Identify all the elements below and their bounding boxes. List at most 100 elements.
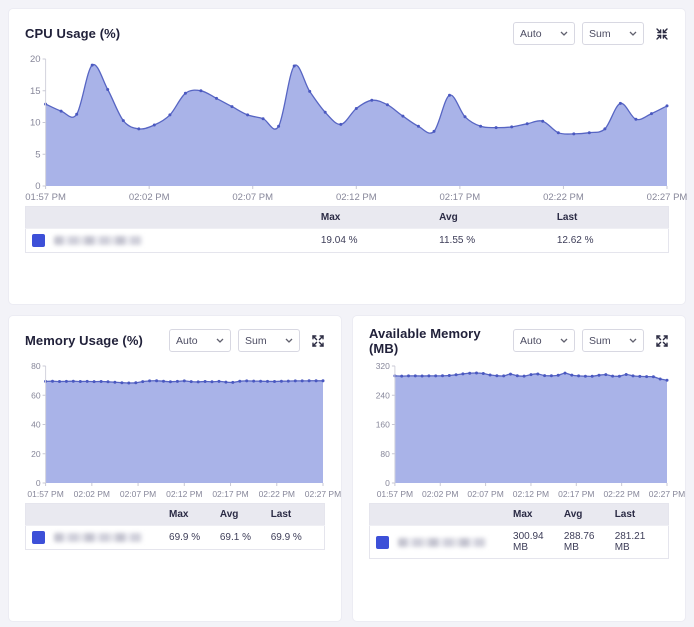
legend-max-header: Max [507,504,558,526]
available-memory-chart[interactable]: 08016024032001:57 PM02:02 PM02:07 PM02:1… [369,360,671,500]
memory-time-range-select[interactable]: Auto [169,329,231,352]
series-last-value: 281.21 MB [609,526,669,559]
chevron-down-icon [216,338,224,343]
svg-text:0: 0 [385,478,390,488]
svg-text:80: 80 [31,361,41,371]
available-memory-time-range-select[interactable]: Auto [513,329,575,352]
svg-text:240: 240 [376,390,390,400]
memory-chart-title: Memory Usage (%) [25,333,143,348]
memory-card-header: Memory Usage (%) Auto Sum [25,329,325,352]
available-memory-aggregation-value: Sum [589,335,611,347]
cpu-aggregation-value: Sum [589,28,611,40]
legend-avg-header: Avg [558,504,609,526]
svg-text:60: 60 [31,390,41,400]
expand-icon [311,334,325,348]
series-swatch [32,234,45,247]
available-memory-aggregation-select[interactable]: Sum [582,329,644,352]
legend-last-header: Last [551,207,669,229]
cpu-collapse-button[interactable] [655,27,669,41]
series-max-value: 69.9 % [163,526,214,550]
svg-text:02:27 PM: 02:27 PM [649,489,685,499]
svg-text:02:02 PM: 02:02 PM [129,192,170,203]
series-avg-value: 288.76 MB [558,526,609,559]
svg-text:02:12 PM: 02:12 PM [166,489,202,499]
svg-text:02:02 PM: 02:02 PM [422,489,458,499]
series-avg-value: 69.1 % [214,526,265,550]
series-avg-value: 11.55 % [433,229,551,253]
series-swatch [376,536,389,549]
legend-avg-header: Avg [433,207,551,229]
svg-text:15: 15 [30,86,41,97]
available-memory-expand-button[interactable] [655,334,669,348]
available-memory-time-range-value: Auto [520,335,542,347]
svg-text:02:07 PM: 02:07 PM [467,489,503,499]
memory-legend-table: Max Avg Last 69.9 % 69.1 % 69.9 % [25,503,325,550]
cpu-time-range-value: Auto [520,28,542,40]
available-memory-legend-table: Max Avg Last 300.94 MB 288.76 MB 281.21 … [369,503,669,559]
legend-last-header: Last [609,504,669,526]
memory-aggregation-select[interactable]: Sum [238,329,300,352]
legend-name-header [26,504,164,526]
cpu-time-range-select[interactable]: Auto [513,22,575,45]
series-max-value: 300.94 MB [507,526,558,559]
memory-chart-controls: Auto Sum [162,329,325,352]
svg-text:40: 40 [31,420,41,430]
svg-text:02:07 PM: 02:07 PM [232,192,273,203]
chevron-down-icon [629,338,637,343]
legend-avg-header: Avg [214,504,265,526]
svg-text:02:12 PM: 02:12 PM [513,489,549,499]
svg-text:20: 20 [30,54,41,65]
cpu-aggregation-select[interactable]: Sum [582,22,644,45]
monitoring-dashboard: CPU Usage (%) Auto Sum 0510152001:57 PM0… [0,0,694,627]
memory-usage-card: Memory Usage (%) Auto Sum 02040608001:57 [8,315,342,622]
svg-text:02:22 PM: 02:22 PM [259,489,295,499]
memory-expand-button[interactable] [311,334,325,348]
svg-text:01:57 PM: 01:57 PM [25,192,66,203]
legend-series-row[interactable]: 19.04 % 11.55 % 12.62 % [26,229,669,253]
cpu-usage-card: CPU Usage (%) Auto Sum 0 5 10 15 20 01:57 PM 0… [8,8,686,305]
svg-text:10: 10 [30,118,41,129]
legend-header-row: Max Avg Last [26,504,325,526]
series-name-redacted [54,236,142,245]
legend-max-header: Max [163,504,214,526]
svg-text:0: 0 [36,478,41,488]
svg-text:0: 0 [35,181,40,192]
cpu-usage-chart[interactable]: 0510152001:57 PM02:02 PM02:07 PM02:12 PM… [25,53,671,203]
svg-text:02:22 PM: 02:22 PM [603,489,639,499]
svg-text:02:27 PM: 02:27 PM [305,489,341,499]
cpu-legend-table: Max Avg Last 19.04 % 11.55 % 12.62 % [25,206,669,253]
series-name-redacted [398,538,486,547]
svg-text:320: 320 [376,361,390,371]
svg-text:02:22 PM: 02:22 PM [543,192,584,203]
available-memory-card-header: Available Memory (MB) Auto Sum [369,329,669,352]
svg-text:01:57 PM: 01:57 PM [27,489,63,499]
svg-text:02:17 PM: 02:17 PM [212,489,248,499]
chevron-down-icon [560,338,568,343]
svg-text:02:27 PM: 02:27 PM [647,192,688,203]
svg-text:02:07 PM: 02:07 PM [120,489,156,499]
collapse-icon [655,27,669,41]
svg-text:5: 5 [35,149,40,160]
series-last-value: 69.9 % [265,526,325,550]
svg-text:80: 80 [380,449,390,459]
legend-series-row[interactable]: 69.9 % 69.1 % 69.9 % [26,526,325,550]
svg-text:02:02 PM: 02:02 PM [74,489,110,499]
memory-usage-chart[interactable]: 02040608001:57 PM02:02 PM02:07 PM02:12 P… [25,360,327,500]
memory-time-range-value: Auto [176,335,198,347]
legend-max-header: Max [315,207,433,229]
cpu-chart-controls: Auto Sum [506,22,669,45]
series-last-value: 12.62 % [551,229,669,253]
legend-series-row[interactable]: 300.94 MB 288.76 MB 281.21 MB [370,526,669,559]
legend-header-row: Max Avg Last [370,504,669,526]
svg-text:02:17 PM: 02:17 PM [558,489,594,499]
legend-last-header: Last [265,504,325,526]
svg-text:160: 160 [376,420,390,430]
chevron-down-icon [629,31,637,36]
chevron-down-icon [560,31,568,36]
svg-text:02:17 PM: 02:17 PM [440,192,481,203]
memory-aggregation-value: Sum [245,335,267,347]
legend-name-header [370,504,508,526]
cpu-card-header: CPU Usage (%) Auto Sum [25,22,669,45]
expand-icon [655,334,669,348]
cpu-chart-title: CPU Usage (%) [25,26,120,41]
